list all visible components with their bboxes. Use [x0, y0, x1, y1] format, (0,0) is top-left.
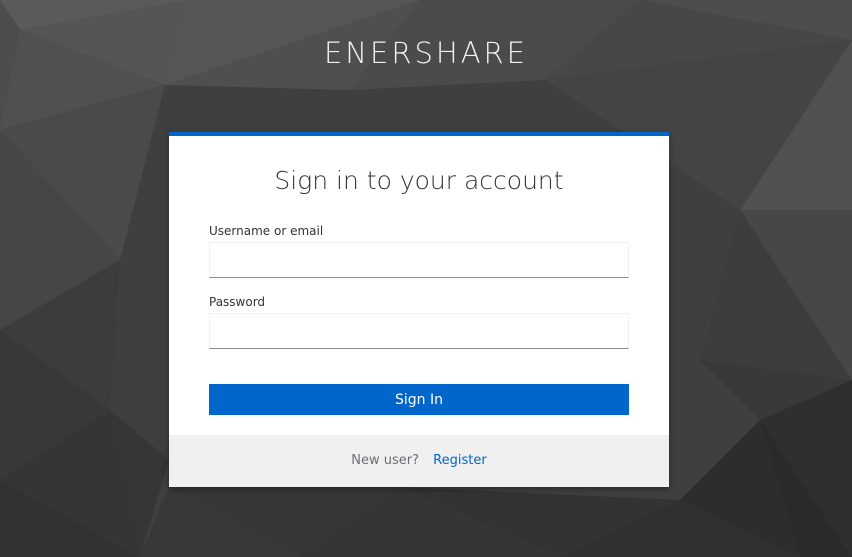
brand-title: ENERSHARE [323, 36, 529, 70]
login-card: Sign in to your account Username or emai… [169, 132, 669, 487]
username-input[interactable] [209, 242, 629, 278]
password-label: Password [209, 295, 266, 309]
register-link[interactable]: Register [433, 453, 487, 468]
login-heading: Sign in to your account [274, 166, 564, 195]
username-label: Username or email [209, 224, 324, 238]
card-footer: New user? Register [169, 435, 669, 487]
new-user-text: New user? [351, 453, 420, 468]
sign-in-button[interactable]: Sign In [209, 384, 629, 415]
password-input[interactable] [209, 313, 629, 349]
